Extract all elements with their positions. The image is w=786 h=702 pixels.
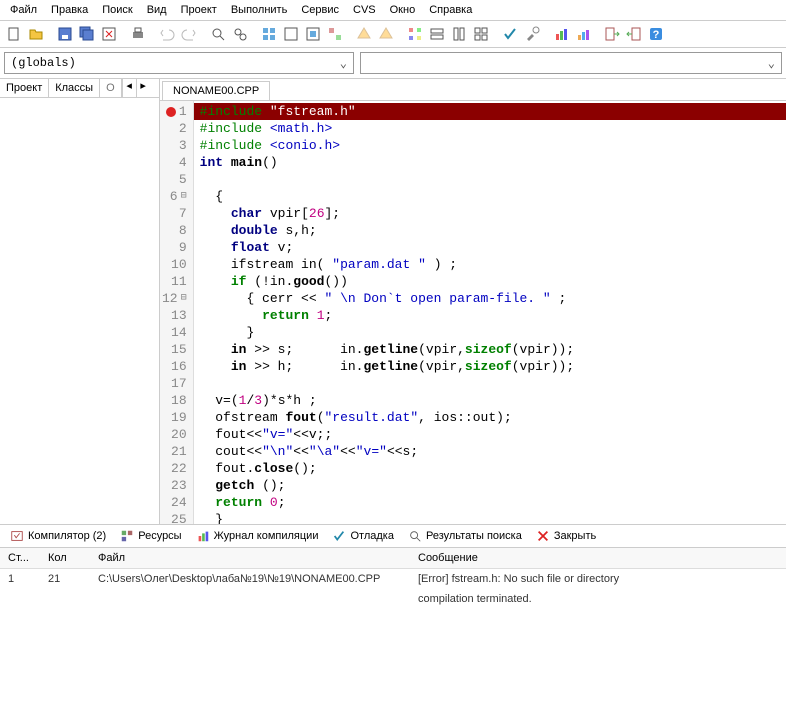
code-line[interactable]: #include <math.h> bbox=[194, 120, 786, 137]
close-file-icon[interactable] bbox=[99, 24, 119, 44]
col-file[interactable]: Файл bbox=[90, 548, 410, 569]
col-col[interactable]: Кол bbox=[40, 548, 90, 569]
tab-find[interactable]: Результаты поиска bbox=[402, 527, 528, 545]
code-line[interactable]: char vpir[26]; bbox=[194, 205, 786, 222]
svg-text:?: ? bbox=[653, 29, 660, 41]
rebuild-icon[interactable] bbox=[325, 24, 345, 44]
output-row[interactable]: compilation terminated. bbox=[0, 589, 786, 609]
menu-project[interactable]: Проект bbox=[175, 2, 223, 18]
chart-icon[interactable] bbox=[551, 24, 571, 44]
menu-file[interactable]: Файл bbox=[4, 2, 43, 18]
menu-run[interactable]: Выполнить bbox=[225, 2, 293, 18]
exit1-icon[interactable] bbox=[602, 24, 622, 44]
bottom-panel: Компилятор (2) Ресурсы Журнал компиляции… bbox=[0, 524, 786, 609]
menu-bar: Файл Правка Поиск Вид Проект Выполнить С… bbox=[0, 0, 786, 21]
code-line[interactable]: fout<<"v="<<v;; bbox=[194, 426, 786, 443]
code-line[interactable]: cout<<"\n"<<"\a"<<"v="<<s; bbox=[194, 443, 786, 460]
scope-bar: (globals) bbox=[0, 48, 786, 79]
code-line[interactable]: #include <conio.h> bbox=[194, 137, 786, 154]
menu-window[interactable]: Окно bbox=[384, 2, 422, 18]
win2-icon[interactable] bbox=[427, 24, 447, 44]
output-table: Ст... Кол Файл Сообщение 121C:\Users\Оле… bbox=[0, 548, 786, 609]
compile-run-icon[interactable] bbox=[303, 24, 323, 44]
tab-next-icon[interactable]: ▸ bbox=[136, 79, 150, 97]
code-line[interactable]: getch (); bbox=[194, 477, 786, 494]
tab-resources[interactable]: Ресурсы bbox=[114, 527, 187, 545]
code-line[interactable]: #include "fstream.h" bbox=[194, 103, 786, 120]
redo-icon[interactable] bbox=[179, 24, 199, 44]
code-line[interactable]: float v; bbox=[194, 239, 786, 256]
code-line[interactable]: in >> s; in.getline(vpir,sizeof(vpir)); bbox=[194, 341, 786, 358]
tab-debug[interactable]: Отладка bbox=[326, 527, 399, 545]
menu-search[interactable]: Поиск bbox=[96, 2, 138, 18]
tab-close[interactable]: Закрыть bbox=[530, 527, 602, 545]
scope-combo[interactable]: (globals) bbox=[4, 52, 354, 74]
code-line[interactable] bbox=[194, 375, 786, 392]
compile-icon[interactable] bbox=[259, 24, 279, 44]
code-line[interactable]: return 0; bbox=[194, 494, 786, 511]
menu-edit[interactable]: Правка bbox=[45, 2, 94, 18]
find-icon[interactable] bbox=[208, 24, 228, 44]
menu-cvs[interactable]: CVS bbox=[347, 2, 382, 18]
code-line[interactable]: int main() bbox=[194, 154, 786, 171]
code-line[interactable]: ofstream fout("result.dat", ios::out); bbox=[194, 409, 786, 426]
stop2-icon[interactable] bbox=[376, 24, 396, 44]
tab-log[interactable]: Журнал компиляции bbox=[190, 527, 325, 545]
save-icon[interactable] bbox=[55, 24, 75, 44]
tool-icon[interactable] bbox=[522, 24, 542, 44]
code-line[interactable]: fout.close(); bbox=[194, 460, 786, 477]
open-icon[interactable] bbox=[26, 24, 46, 44]
code-line[interactable]: in >> h; in.getline(vpir,sizeof(vpir)); bbox=[194, 358, 786, 375]
replace-icon[interactable] bbox=[230, 24, 250, 44]
win3-icon[interactable] bbox=[449, 24, 469, 44]
code-line[interactable]: return 1; bbox=[194, 307, 786, 324]
code-line[interactable]: { cerr << " \n Don`t open param-file. " … bbox=[194, 290, 786, 307]
col-msg[interactable]: Сообщение bbox=[410, 548, 786, 569]
exit2-icon[interactable] bbox=[624, 24, 644, 44]
code-line[interactable]: if (!in.good()) bbox=[194, 273, 786, 290]
file-tab[interactable]: NONAME00.CPP bbox=[162, 81, 270, 100]
code-line[interactable] bbox=[194, 171, 786, 188]
code-line[interactable]: { bbox=[194, 188, 786, 205]
help-icon[interactable]: ? bbox=[646, 24, 666, 44]
new-file-icon[interactable] bbox=[4, 24, 24, 44]
code-line[interactable]: } bbox=[194, 511, 786, 524]
tab-other[interactable]: О bbox=[100, 79, 122, 97]
menu-help[interactable]: Справка bbox=[423, 2, 478, 18]
run-icon[interactable] bbox=[281, 24, 301, 44]
stop-icon[interactable] bbox=[354, 24, 374, 44]
tab-classes[interactable]: Классы bbox=[49, 79, 100, 97]
check-icon[interactable] bbox=[500, 24, 520, 44]
code-line[interactable]: } bbox=[194, 324, 786, 341]
chart2-icon[interactable] bbox=[573, 24, 593, 44]
print-icon[interactable] bbox=[128, 24, 148, 44]
tab-compiler[interactable]: Компилятор (2) bbox=[4, 527, 112, 545]
left-panel: Проект Классы О ◂▸ bbox=[0, 79, 160, 524]
toolbar: ? bbox=[0, 21, 786, 48]
win4-icon[interactable] bbox=[471, 24, 491, 44]
win1-icon[interactable] bbox=[405, 24, 425, 44]
code-line[interactable]: double s,h; bbox=[194, 222, 786, 239]
symbol-combo[interactable] bbox=[360, 52, 782, 74]
tab-project[interactable]: Проект bbox=[0, 79, 49, 97]
code-editor[interactable]: 123456⊟789101112⊟13141516171819202122232… bbox=[160, 101, 786, 524]
code-line[interactable]: v=(1/3)*s*h ; bbox=[194, 392, 786, 409]
menu-view[interactable]: Вид bbox=[141, 2, 173, 18]
menu-service[interactable]: Сервис bbox=[295, 2, 345, 18]
undo-icon[interactable] bbox=[157, 24, 177, 44]
save-all-icon[interactable] bbox=[77, 24, 97, 44]
output-row[interactable]: 121C:\Users\Олег\Desktop\лаба№19\№19\NON… bbox=[0, 569, 786, 590]
col-line[interactable]: Ст... bbox=[0, 548, 40, 569]
code-line[interactable]: ifstream in( "param.dat " ) ; bbox=[194, 256, 786, 273]
tab-prev-icon[interactable]: ◂ bbox=[122, 79, 136, 97]
